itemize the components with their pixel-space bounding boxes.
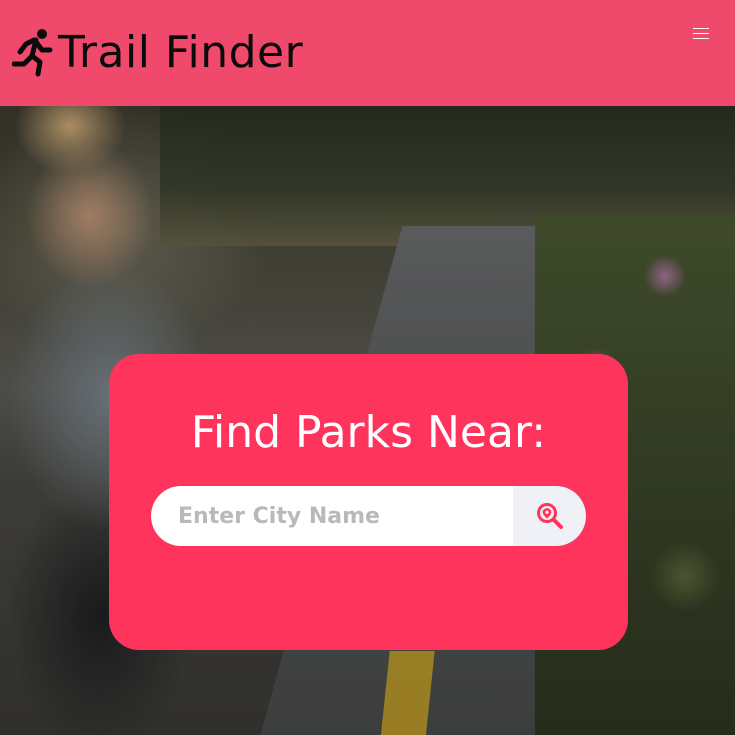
search-card: Find Parks Near: (109, 354, 628, 650)
navbar: Trail Finder (0, 0, 735, 106)
running-person-icon (12, 29, 53, 77)
search-button[interactable] (513, 486, 586, 546)
city-search-form (151, 486, 586, 546)
brand-name: Trail Finder (58, 27, 304, 78)
hamburger-menu-button[interactable] (693, 27, 711, 41)
page: Trail Finder Find Parks Near: (0, 0, 735, 735)
search-card-title: Find Parks Near: (190, 407, 547, 458)
location-search-icon (536, 503, 563, 529)
brand-link[interactable]: Trail Finder (12, 24, 303, 82)
city-search-input[interactable] (151, 486, 513, 546)
